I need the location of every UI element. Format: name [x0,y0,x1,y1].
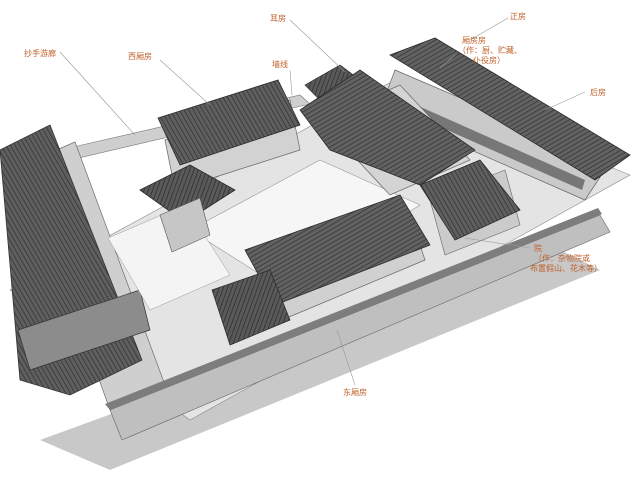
label-dong-xiangfang: 东厢房 [343,388,367,397]
label-er-fang: 耳房 [270,14,286,23]
label-qiang-xian: 墙线 [272,60,288,69]
label-hou-fang: 后房 [590,88,606,97]
label-xiang-fang-side-note-2: 仆役房） [473,56,505,65]
label-chaoshou-youlang: 抄手游廊 [24,49,56,58]
label-yard: 院 [534,244,542,253]
label-xiang-fang-side: 厢房房 [462,36,486,45]
label-zheng-fang: 正房 [510,12,526,21]
siheyuan-drawing [0,17,631,470]
courtyard-diagram: 耳房 正房 厢房房 （作：厨、贮藏、 仆役房） 抄手游廊 西厢房 墙线 后房 院… [0,0,640,480]
label-xiang-fang-side-note-1: （作：厨、贮藏、 [458,46,522,55]
label-xi-xiangfang: 西厢房 [128,52,152,61]
label-yard-note-2: 布置假山、花木等） [530,264,602,273]
label-yard-note-1: （作：杂物院或 [534,254,590,263]
